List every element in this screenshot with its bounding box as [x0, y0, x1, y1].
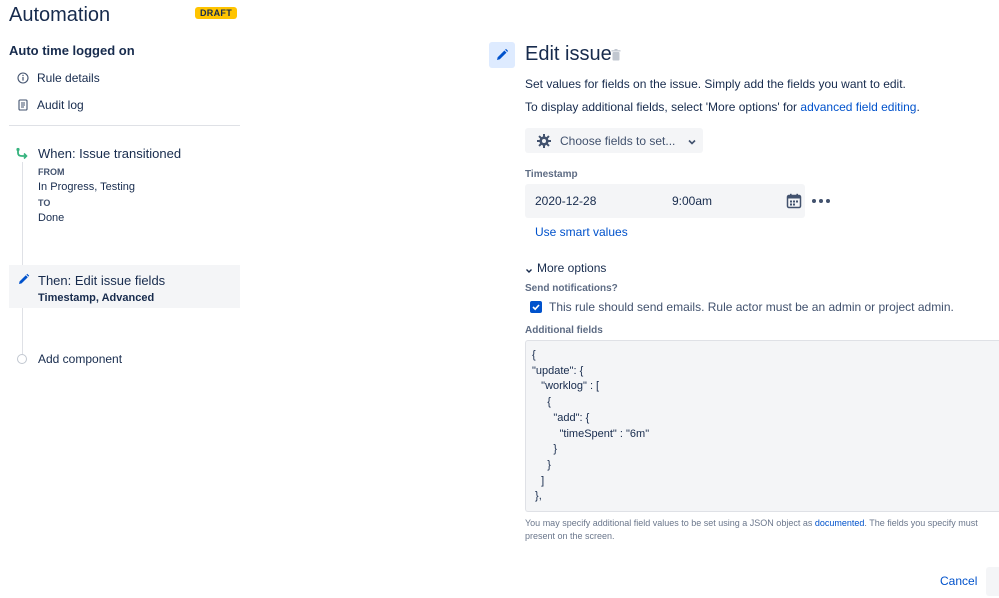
action-component-selected[interactable]: Then: Edit issue fields Timestamp, Advan…: [9, 265, 240, 308]
document-icon: [17, 99, 29, 111]
draft-badge: DRAFT: [195, 7, 237, 19]
send-notifications-label: Send notifications?: [525, 283, 618, 294]
json-line: }: [532, 458, 551, 471]
more-options-label: More options: [537, 261, 607, 275]
add-component-button[interactable]: Add component: [17, 352, 122, 366]
edit-issue-pencil-icon: [489, 42, 515, 68]
chevron-down-icon: [687, 136, 697, 146]
nav-audit-log-label: Audit log: [37, 98, 84, 112]
app-title: Automation: [9, 4, 111, 26]
timestamp-time-input[interactable]: 9:00am: [672, 194, 712, 208]
panel-title: Edit issue: [525, 43, 612, 65]
action-field-advanced: Advanced: [101, 292, 155, 304]
rule-name: Auto time logged on: [9, 43, 135, 58]
additional-fields-label: Additional fields: [525, 325, 603, 336]
more-actions-icon[interactable]: [812, 193, 830, 209]
save-button[interactable]: [986, 567, 999, 596]
add-component-dot-icon: [17, 354, 27, 364]
check-icon: [532, 304, 540, 311]
json-line: {: [532, 349, 536, 361]
rule-sidebar: Automation DRAFT Auto time logged on Rul…: [0, 0, 244, 598]
help-line-2: present on the screen.: [525, 531, 615, 541]
action-fields-summary: Timestamp, Advanced: [38, 292, 154, 304]
send-notifications-checkbox[interactable]: [530, 301, 542, 313]
choose-fields-label: Choose fields to set...: [560, 133, 676, 148]
json-line: {: [532, 396, 551, 409]
additional-fields-help-text: You may specify additional field values …: [525, 517, 999, 543]
trigger-to-label: TO: [38, 198, 51, 208]
json-line: "timeSpent" : "6m": [532, 427, 650, 440]
action-field-timestamp: Timestamp: [38, 292, 96, 304]
choose-fields-button[interactable]: Choose fields to set...: [525, 128, 703, 153]
additional-fields-json-editor[interactable]: { "update": { "worklog" : [ { "add": { "…: [525, 340, 999, 512]
trash-icon[interactable]: [610, 48, 622, 62]
pencil-icon: [17, 273, 30, 286]
trigger-component[interactable]: When: Issue transitioned FROM In Progres…: [9, 143, 240, 233]
trigger-from-value: In Progress, Testing: [38, 181, 136, 193]
advanced-field-editing-link[interactable]: advanced field editing: [800, 100, 916, 114]
timestamp-field: 2020-12-28 9:00am: [525, 184, 805, 218]
panel-description-1: Set values for fields on the issue. Simp…: [525, 77, 906, 91]
help-prefix: You may specify additional field values …: [525, 518, 815, 528]
branch-icon: [15, 147, 29, 161]
panel-description-2-suffix: .: [916, 100, 920, 114]
gear-icon: [536, 133, 552, 149]
json-line: ]: [532, 474, 545, 487]
panel-description-2: To display additional fields, select 'Mo…: [525, 100, 920, 114]
documented-link[interactable]: documented: [815, 518, 865, 528]
action-title: Then: Edit issue fields: [38, 273, 166, 288]
help-suffix: . The fields you specify must: [864, 518, 978, 528]
panel-description-2-text: To display additional fields, select 'Mo…: [525, 100, 801, 114]
trigger-title: When: Issue transitioned: [38, 146, 182, 161]
use-smart-values-link[interactable]: Use smart values: [535, 225, 628, 239]
nav-rule-details[interactable]: Rule details: [17, 71, 100, 85]
cancel-button[interactable]: Cancel: [930, 572, 987, 590]
sidebar-divider: [9, 125, 240, 126]
nav-audit-log[interactable]: Audit log: [17, 98, 84, 112]
send-notifications-row: This rule should send emails. Rule actor…: [530, 300, 954, 314]
json-line: }: [532, 443, 558, 456]
timestamp-label: Timestamp: [525, 169, 578, 180]
help-line-1: You may specify additional field values …: [525, 517, 999, 530]
trigger-from-label: FROM: [38, 167, 65, 177]
more-options-toggle[interactable]: More options: [525, 261, 606, 275]
send-notifications-text: This rule should send emails. Rule actor…: [549, 300, 954, 314]
calendar-icon[interactable]: [786, 193, 802, 209]
add-component-label: Add component: [38, 352, 123, 366]
json-line: },: [532, 490, 542, 503]
chevron-down-icon: [525, 264, 533, 273]
json-line: "add": {: [532, 411, 590, 424]
json-line: "worklog" : [: [532, 380, 600, 393]
json-line: "update": {: [532, 364, 584, 377]
info-icon: [17, 72, 29, 84]
nav-rule-details-label: Rule details: [37, 71, 100, 85]
timestamp-date-input[interactable]: 2020-12-28: [535, 194, 596, 208]
trigger-to-value: Done: [38, 212, 65, 224]
